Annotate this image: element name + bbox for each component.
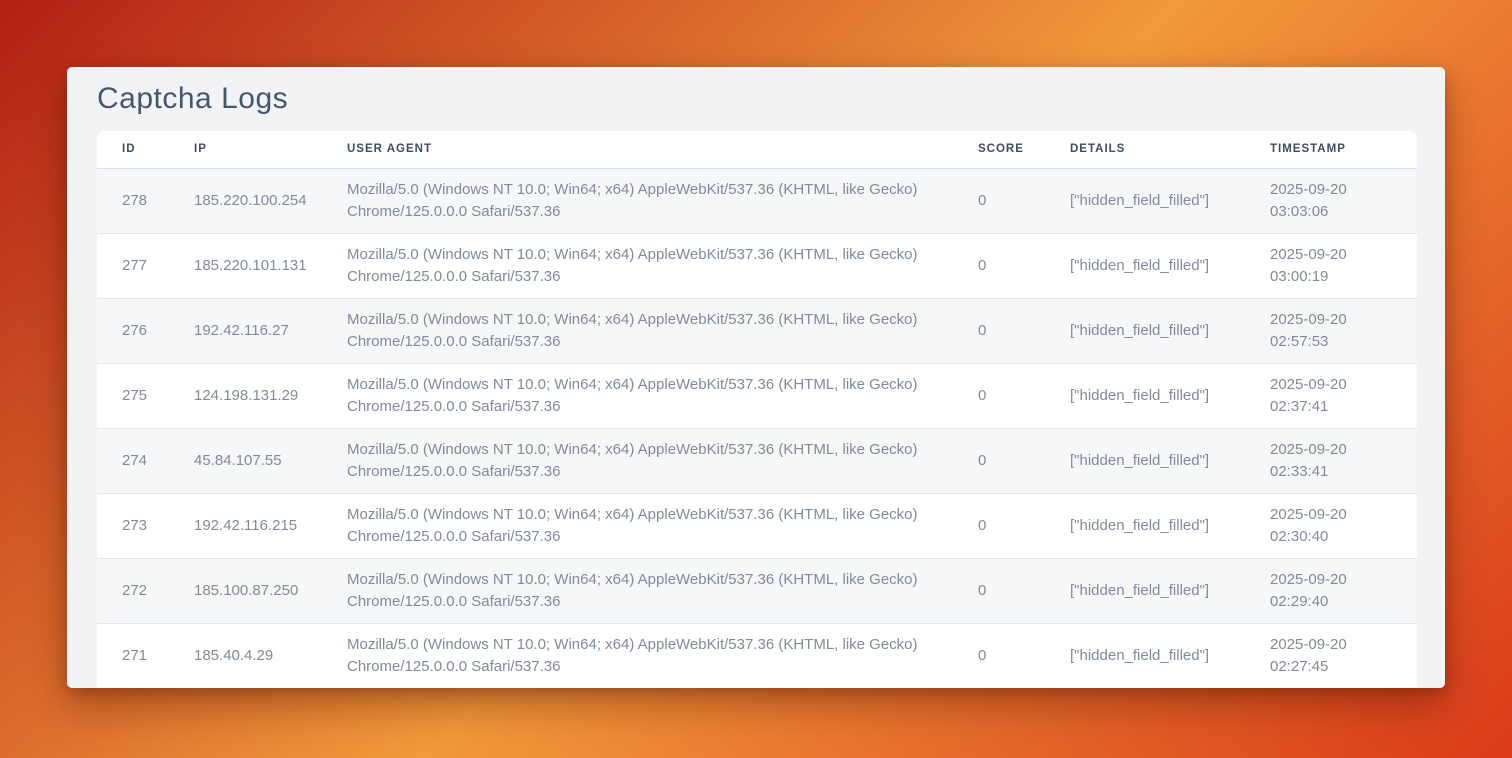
cell-user_agent: Mozilla/5.0 (Windows NT 10.0; Win64; x64… xyxy=(347,299,978,364)
cell-id: 273 xyxy=(97,494,194,559)
cell-timestamp: 2025-09-20 02:29:40 xyxy=(1270,559,1417,624)
page-title: Captcha Logs xyxy=(67,67,1445,116)
table-row: 276192.42.116.27Mozilla/5.0 (Windows NT … xyxy=(97,299,1417,364)
cell-id: 274 xyxy=(97,429,194,494)
cell-user_agent: Mozilla/5.0 (Windows NT 10.0; Win64; x64… xyxy=(347,169,978,234)
cell-id: 277 xyxy=(97,234,194,299)
table-row: 272185.100.87.250Mozilla/5.0 (Windows NT… xyxy=(97,559,1417,624)
cell-ip: 124.198.131.29 xyxy=(194,364,347,429)
logs-table-container: IDIPUSER AGENTSCOREDETAILSTIMESTAMP 2781… xyxy=(97,131,1417,688)
table-row: 275124.198.131.29Mozilla/5.0 (Windows NT… xyxy=(97,364,1417,429)
cell-timestamp: 2025-09-20 02:33:41 xyxy=(1270,429,1417,494)
table-row: 27445.84.107.55Mozilla/5.0 (Windows NT 1… xyxy=(97,429,1417,494)
cell-details: ["hidden_field_filled"] xyxy=(1070,429,1270,494)
column-header-ip: IP xyxy=(194,131,347,169)
logs-table: IDIPUSER AGENTSCOREDETAILSTIMESTAMP 2781… xyxy=(97,131,1417,688)
cell-timestamp: 2025-09-20 02:37:41 xyxy=(1270,364,1417,429)
cell-user_agent: Mozilla/5.0 (Windows NT 10.0; Win64; x64… xyxy=(347,364,978,429)
cell-details: ["hidden_field_filled"] xyxy=(1070,559,1270,624)
cell-score: 0 xyxy=(978,299,1070,364)
cell-id: 272 xyxy=(97,559,194,624)
column-header-timestamp: TIMESTAMP xyxy=(1270,131,1417,169)
table-header-row: IDIPUSER AGENTSCOREDETAILSTIMESTAMP xyxy=(97,131,1417,169)
cell-ip: 192.42.116.27 xyxy=(194,299,347,364)
table-row: 271185.40.4.29Mozilla/5.0 (Windows NT 10… xyxy=(97,624,1417,689)
cell-user_agent: Mozilla/5.0 (Windows NT 10.0; Win64; x64… xyxy=(347,429,978,494)
cell-id: 278 xyxy=(97,169,194,234)
cell-ip: 185.220.101.131 xyxy=(194,234,347,299)
table-body: 278185.220.100.254Mozilla/5.0 (Windows N… xyxy=(97,169,1417,689)
cell-details: ["hidden_field_filled"] xyxy=(1070,234,1270,299)
cell-details: ["hidden_field_filled"] xyxy=(1070,299,1270,364)
cell-timestamp: 2025-09-20 02:27:45 xyxy=(1270,624,1417,689)
cell-user_agent: Mozilla/5.0 (Windows NT 10.0; Win64; x64… xyxy=(347,624,978,689)
cell-ip: 185.40.4.29 xyxy=(194,624,347,689)
cell-ip: 185.100.87.250 xyxy=(194,559,347,624)
column-header-details: DETAILS xyxy=(1070,131,1270,169)
cell-timestamp: 2025-09-20 03:00:19 xyxy=(1270,234,1417,299)
cell-details: ["hidden_field_filled"] xyxy=(1070,364,1270,429)
cell-score: 0 xyxy=(978,169,1070,234)
table-header: IDIPUSER AGENTSCOREDETAILSTIMESTAMP xyxy=(97,131,1417,169)
cell-ip: 45.84.107.55 xyxy=(194,429,347,494)
cell-timestamp: 2025-09-20 03:03:06 xyxy=(1270,169,1417,234)
cell-timestamp: 2025-09-20 02:30:40 xyxy=(1270,494,1417,559)
cell-score: 0 xyxy=(978,624,1070,689)
cell-details: ["hidden_field_filled"] xyxy=(1070,624,1270,689)
cell-score: 0 xyxy=(978,364,1070,429)
cell-ip: 185.220.100.254 xyxy=(194,169,347,234)
cell-score: 0 xyxy=(978,429,1070,494)
cell-user_agent: Mozilla/5.0 (Windows NT 10.0; Win64; x64… xyxy=(347,494,978,559)
cell-timestamp: 2025-09-20 02:57:53 xyxy=(1270,299,1417,364)
table-row: 278185.220.100.254Mozilla/5.0 (Windows N… xyxy=(97,169,1417,234)
cell-details: ["hidden_field_filled"] xyxy=(1070,169,1270,234)
cell-id: 276 xyxy=(97,299,194,364)
column-header-user_agent: USER AGENT xyxy=(347,131,978,169)
cell-score: 0 xyxy=(978,559,1070,624)
cell-user_agent: Mozilla/5.0 (Windows NT 10.0; Win64; x64… xyxy=(347,559,978,624)
table-row: 273192.42.116.215Mozilla/5.0 (Windows NT… xyxy=(97,494,1417,559)
cell-id: 275 xyxy=(97,364,194,429)
cell-id: 271 xyxy=(97,624,194,689)
column-header-score: SCORE xyxy=(978,131,1070,169)
table-row: 277185.220.101.131Mozilla/5.0 (Windows N… xyxy=(97,234,1417,299)
cell-score: 0 xyxy=(978,494,1070,559)
column-header-id: ID xyxy=(97,131,194,169)
page-background: { "page": { "title": "Captcha Logs" }, "… xyxy=(0,0,1512,758)
captcha-logs-card: Captcha Logs IDIPUSER AGENTSCOREDETAILST… xyxy=(67,67,1445,688)
cell-user_agent: Mozilla/5.0 (Windows NT 10.0; Win64; x64… xyxy=(347,234,978,299)
cell-details: ["hidden_field_filled"] xyxy=(1070,494,1270,559)
cell-score: 0 xyxy=(978,234,1070,299)
cell-ip: 192.42.116.215 xyxy=(194,494,347,559)
